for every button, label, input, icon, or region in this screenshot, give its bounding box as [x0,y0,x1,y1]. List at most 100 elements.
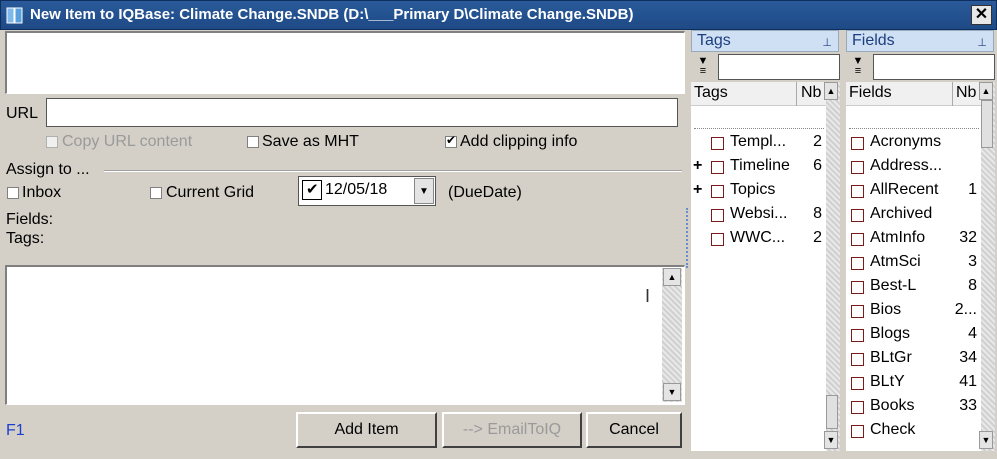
field-name: Bios [870,301,902,318]
field-row[interactable]: Books 33 [846,396,981,420]
field-name: Best-L [870,277,917,294]
tag-row[interactable]: Websi... 8 [691,204,826,228]
scroll-down-icon[interactable]: ▼ [663,383,681,401]
tag-name: WWC... [730,229,786,246]
field-name: BLtY [870,373,905,390]
due-date-label: (DueDate) [448,184,522,201]
field-name: Blogs [870,325,911,342]
field-name: Check [870,421,916,438]
tags-scroll-down-icon[interactable]: ▼ [824,431,838,449]
item-title-textarea[interactable] [5,31,685,94]
tag-row[interactable]: + Topics [691,180,826,204]
expand-icon[interactable]: + [693,157,702,175]
save-mht-checkbox[interactable] [247,136,259,148]
tags-scroll-thumb[interactable] [826,395,838,429]
field-row[interactable]: Blogs 4 [846,324,981,348]
field-row[interactable]: AtmSci 3 [846,252,981,276]
field-checkbox[interactable] [851,185,864,198]
add-item-button[interactable]: Add Item [296,412,437,448]
field-name: Acronyms [870,133,942,150]
url-input[interactable] [46,98,678,127]
fields-scrollbar[interactable]: ▲ ▼ [979,82,995,451]
tags-col-name[interactable]: Tags [694,84,728,102]
tag-checkbox[interactable] [711,233,724,246]
tag-row[interactable]: WWC... 2 [691,228,826,252]
field-checkbox[interactable] [851,233,864,246]
field-row[interactable]: Archived [846,204,981,228]
field-name: AllRecent [870,181,939,198]
expand-icon[interactable]: + [693,181,702,199]
inbox-label: Inbox [22,184,62,201]
field-row[interactable]: AllRecent 1 [846,180,981,204]
tag-checkbox[interactable] [711,185,724,198]
assign-divider [104,170,682,172]
current-grid-checkbox[interactable] [150,187,162,199]
field-row[interactable]: Check [846,420,981,444]
tag-count: 2 [813,133,822,150]
field-name: AtmInfo [870,229,926,246]
fields-filter-input[interactable] [873,54,995,80]
add-clipping-label: Add clipping info [460,133,578,150]
tag-row[interactable]: Templ... 2 [691,132,826,156]
fields-scroll-thumb[interactable] [981,100,993,148]
field-checkbox[interactable] [851,425,864,438]
field-row[interactable]: Address... [846,156,981,180]
date-dropdown-icon[interactable]: ▼ [414,178,434,204]
scroll-up-icon[interactable]: ▲ [663,268,681,286]
field-name: Books [870,397,915,414]
notes-textarea[interactable] [5,265,685,405]
fields-scroll-up-icon[interactable]: ▲ [979,82,993,100]
field-name: Archived [870,205,933,222]
add-clipping-checkbox[interactable] [445,133,457,148]
field-row[interactable]: BLtY 41 [846,372,981,396]
inbox-checkbox[interactable] [7,187,19,199]
copy-url-checkbox[interactable] [46,136,58,148]
tags-panel-title: Tags [697,32,731,49]
field-checkbox[interactable] [851,209,864,222]
field-row[interactable]: BLtGr 34 [846,348,981,372]
field-count: 4 [968,325,977,342]
field-name: Address... [870,157,943,174]
fields-col-nb[interactable]: Nb [956,84,976,102]
field-checkbox[interactable] [851,329,864,342]
notes-scrollbar[interactable]: ▲ ▼ [662,268,682,402]
field-checkbox[interactable] [851,305,864,318]
email-to-iq-button[interactable]: --> EmailToIQ [442,412,582,448]
field-checkbox[interactable] [851,401,864,414]
splitter[interactable] [686,208,688,268]
tags-scrollbar[interactable]: ▲ ▼ [824,82,840,451]
tag-name: Timeline [730,157,790,174]
field-row[interactable]: AtmInfo 32 [846,228,981,252]
field-checkbox[interactable] [851,281,864,294]
f1-help-link[interactable]: F1 [6,422,25,440]
tag-row[interactable]: + Timeline 6 [691,156,826,180]
field-checkbox[interactable] [851,137,864,150]
field-checkbox[interactable] [851,377,864,390]
tags-filter-input[interactable] [718,54,840,80]
current-grid-label: Current Grid [166,184,255,201]
field-checkbox[interactable] [851,161,864,174]
field-count: 1 [968,181,977,198]
due-date-checkbox[interactable] [302,180,322,200]
filter-row-line [694,128,824,129]
field-row[interactable]: Bios 2... [846,300,981,324]
tags-scroll-up-icon[interactable]: ▲ [824,82,838,100]
pin-icon[interactable]: ⊥ [977,33,987,53]
cancel-button[interactable]: Cancel [586,412,682,448]
tag-checkbox[interactable] [711,137,724,150]
tag-checkbox[interactable] [711,209,724,222]
tags-col-nb[interactable]: Nb [801,84,821,102]
close-button[interactable]: ✕ [971,5,992,25]
fields-col-name[interactable]: Fields [849,84,892,102]
field-row[interactable]: Acronyms [846,132,981,156]
pin-icon[interactable]: ⊥ [822,33,832,53]
tag-checkbox[interactable] [711,161,724,174]
fields-scroll-down-icon[interactable]: ▼ [979,431,993,449]
filter-row-line [849,128,979,129]
filter-icon[interactable]: ▼ ≡ [692,56,714,78]
field-row[interactable]: Best-L 8 [846,276,981,300]
filter-icon[interactable]: ▼ ≡ [847,56,869,78]
field-checkbox[interactable] [851,257,864,270]
tag-count: 8 [813,205,822,222]
field-checkbox[interactable] [851,353,864,366]
